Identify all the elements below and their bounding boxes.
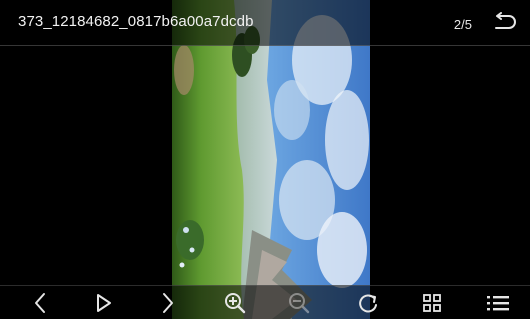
photo-view[interactable] (172, 0, 370, 319)
zoom-out-button[interactable] (281, 288, 317, 318)
header-bar: 373_12184682_0817b6a00a7dcdb 2/5 (0, 0, 530, 46)
image-viewer-screen: 373_12184682_0817b6a00a7dcdb 2/5 (0, 0, 530, 319)
slideshow-button[interactable] (86, 288, 122, 318)
zoom-in-icon (225, 293, 246, 314)
landscape-photo (172, 0, 370, 319)
chevron-left-icon (35, 293, 45, 313)
bottom-toolbar (0, 285, 530, 319)
return-arrow-icon (495, 12, 516, 29)
grid-view-button[interactable] (414, 288, 450, 318)
chevron-right-icon (163, 293, 173, 313)
list-view-button[interactable] (480, 288, 516, 318)
image-counter: 2/5 (453, 17, 472, 32)
zoom-in-button[interactable] (217, 288, 253, 318)
grid-view-icon (423, 294, 441, 312)
next-button[interactable] (150, 288, 186, 318)
previous-button[interactable] (22, 288, 58, 318)
zoom-out-icon (289, 293, 310, 314)
play-icon (97, 294, 111, 312)
rotate-button[interactable] (350, 288, 386, 318)
list-view-icon (487, 296, 509, 311)
back-button[interactable] (486, 6, 524, 40)
rotate-icon (359, 294, 377, 313)
image-title: 373_12184682_0817b6a00a7dcdb (18, 13, 254, 30)
